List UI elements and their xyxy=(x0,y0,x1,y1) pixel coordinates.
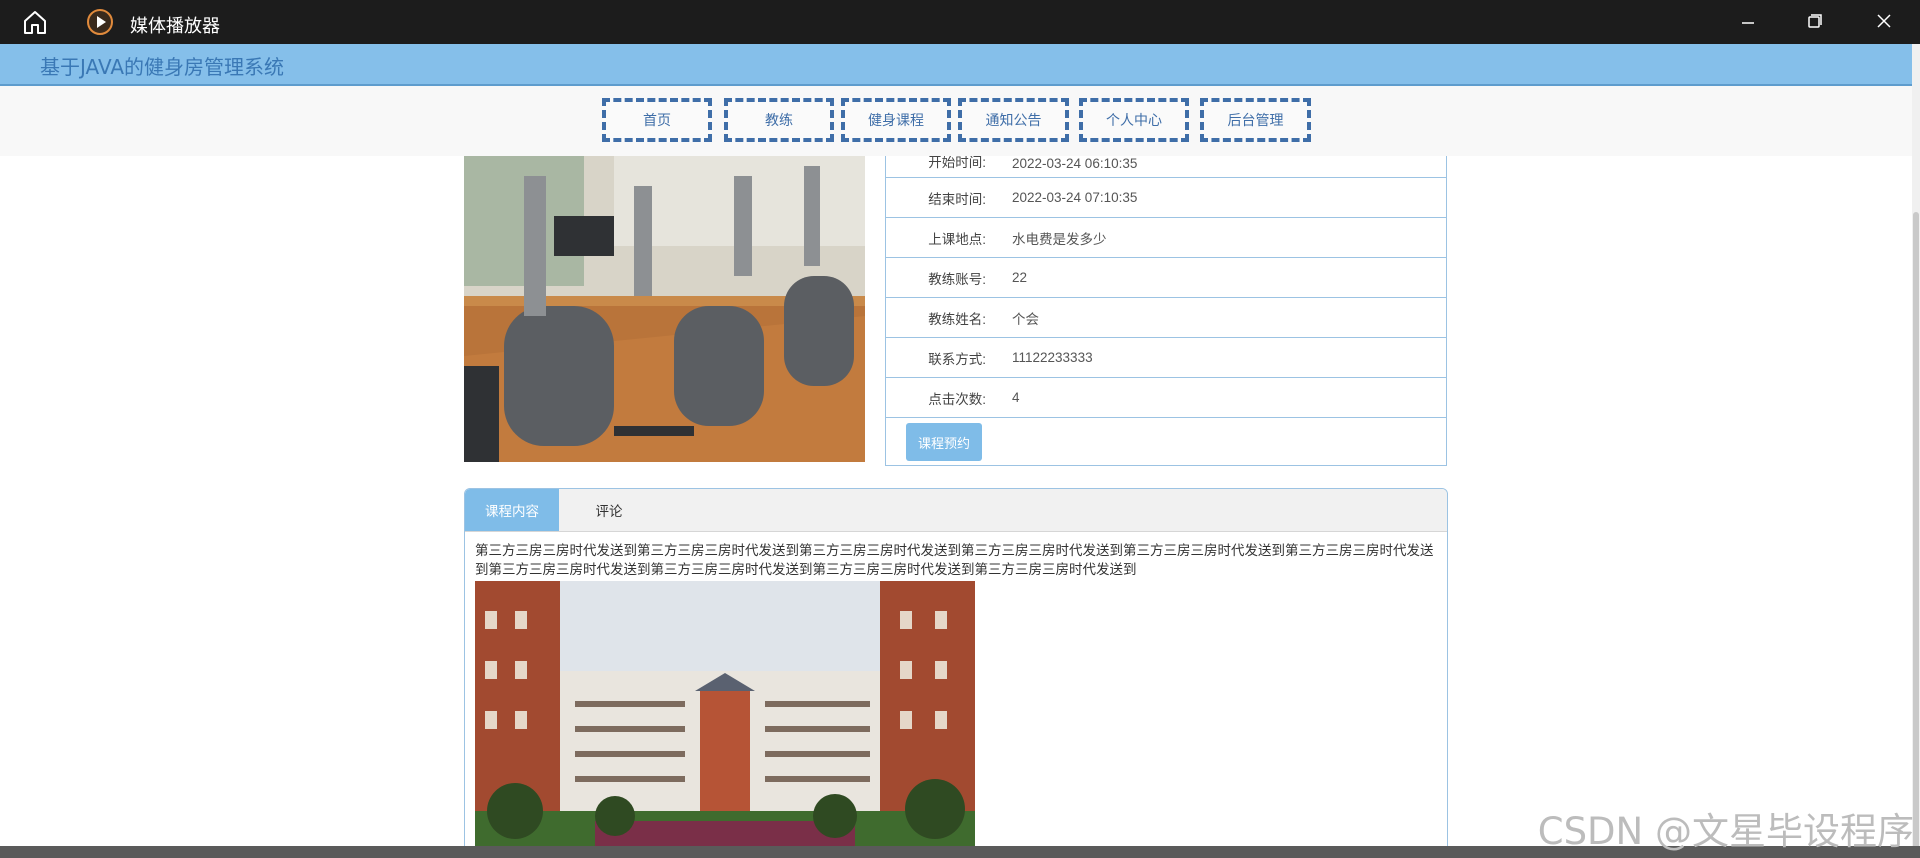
info-row-contact: 联系方式: 11122233333 xyxy=(886,338,1446,378)
nav-item-profile[interactable]: 个人中心 xyxy=(1079,98,1189,142)
info-value: 4 xyxy=(1012,390,1020,405)
web-page: 开始时间: 2022-03-24 06:10:35 结束时间: 2022-03-… xyxy=(0,44,1912,858)
nav-item-courses[interactable]: 健身课程 xyxy=(841,98,951,142)
scrollbar-thumb[interactable] xyxy=(1913,212,1919,852)
tab-course-content[interactable]: 课程内容 xyxy=(465,489,559,531)
tab-comments[interactable]: 评论 xyxy=(559,489,659,531)
info-label: 点击次数: xyxy=(928,391,986,407)
site-title[interactable]: 基于JAVA的健身房管理系统 xyxy=(40,51,284,80)
restore-icon[interactable] xyxy=(1794,7,1834,37)
watermark: CSDN @文星毕设程序 xyxy=(1537,810,1914,853)
book-course-button[interactable]: 课程预约 xyxy=(906,423,982,461)
player-titlebar: 媒体播放器 xyxy=(0,0,1920,44)
info-value: 11122233333 xyxy=(1012,350,1093,365)
info-label: 上课地点: xyxy=(928,231,986,247)
info-label: 结束时间: xyxy=(928,191,986,207)
info-value: 22 xyxy=(1012,270,1028,285)
info-label: 教练账号: xyxy=(928,271,986,287)
course-content-text: 第三方三房三房时代发送到第三方三房三房时代发送到第三方三房三房时代发送到第三方三… xyxy=(475,543,1434,577)
home-icon[interactable] xyxy=(20,9,50,35)
nav-item-admin[interactable]: 后台管理 xyxy=(1200,98,1311,142)
nav-item-coach[interactable]: 教练 xyxy=(724,98,834,142)
info-value: 2022-03-24 06:10:35 xyxy=(1012,156,1138,171)
site-header: 基于JAVA的健身房管理系统 xyxy=(0,44,1912,86)
page-scrollbar[interactable] xyxy=(1912,44,1920,858)
info-value: 水电费是发多少 xyxy=(1012,231,1107,247)
info-label: 联系方式: xyxy=(928,351,986,367)
info-value: 2022-03-24 07:10:35 xyxy=(1012,190,1138,205)
book-button-row: 课程预约 xyxy=(886,418,1446,466)
info-row-location: 上课地点: 水电费是发多少 xyxy=(886,218,1446,258)
window-title: 媒体播放器 xyxy=(130,16,220,37)
info-row-start-time: 开始时间: 2022-03-24 06:10:35 xyxy=(886,155,1446,178)
course-photo xyxy=(464,156,865,462)
nav-item-home[interactable]: 首页 xyxy=(602,98,712,142)
info-label: 教练姓名: xyxy=(928,311,986,327)
main-nav: 首页 教练 健身课程 通知公告 个人中心 后台管理 xyxy=(0,86,1912,156)
info-row-end-time: 结束时间: 2022-03-24 07:10:35 xyxy=(886,178,1446,218)
course-info-panel: 开始时间: 2022-03-24 06:10:35 结束时间: 2022-03-… xyxy=(885,155,1447,466)
info-row-coach-account: 教练账号: 22 xyxy=(886,258,1446,298)
info-value: 个会 xyxy=(1012,311,1039,327)
minimize-icon[interactable] xyxy=(1728,7,1768,37)
close-icon[interactable] xyxy=(1864,7,1904,37)
nav-item-notices[interactable]: 通知公告 xyxy=(958,98,1069,142)
info-row-clicks: 点击次数: 4 xyxy=(886,378,1446,418)
campus-building-photo xyxy=(475,581,975,858)
tab-header: 课程内容 评论 xyxy=(465,489,1447,532)
course-tabs: 课程内容 评论 第三方三房三房时代发送到第三方三房三房时代发送到第三方三房三房时… xyxy=(464,488,1448,858)
media-player-logo-icon xyxy=(87,9,113,35)
info-row-coach-name: 教练姓名: 个会 xyxy=(886,298,1446,338)
